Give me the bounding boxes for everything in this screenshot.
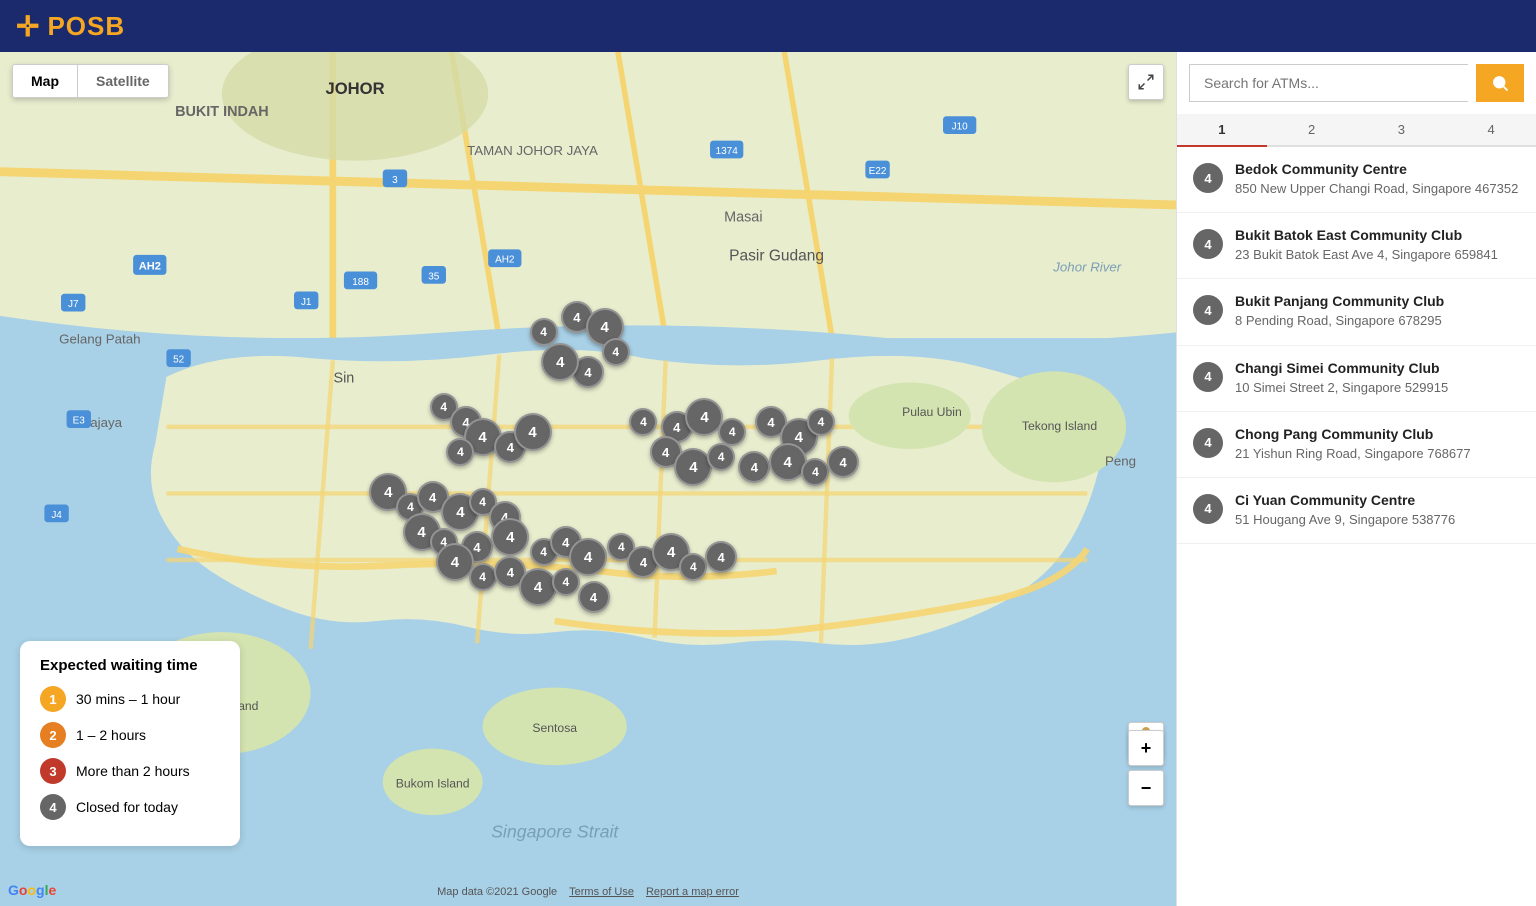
atm-name: Changi Simei Community Club — [1235, 360, 1520, 376]
map-marker[interactable]: 4 — [801, 458, 829, 486]
map-marker[interactable]: 4 — [519, 568, 557, 606]
atm-name: Bukit Panjang Community Club — [1235, 293, 1520, 309]
atm-badge: 4 — [1193, 229, 1223, 259]
atm-info: Changi Simei Community Club 10 Simei Str… — [1235, 360, 1520, 397]
legend-title: Expected waiting time — [40, 657, 220, 674]
page-4-button[interactable]: 4 — [1446, 114, 1536, 147]
atm-badge: 4 — [1193, 163, 1223, 193]
page-1-button[interactable]: 1 — [1177, 114, 1267, 147]
list-item[interactable]: 4 Bukit Batok East Community Club 23 Buk… — [1177, 213, 1536, 279]
legend-badge-2: 2 — [40, 722, 66, 748]
search-bar — [1177, 52, 1536, 114]
atm-name: Bukit Batok East Community Club — [1235, 227, 1520, 243]
legend-item-3: 3 More than 2 hours — [40, 758, 220, 784]
map-marker[interactable]: 4 — [514, 413, 552, 451]
tab-satellite[interactable]: Satellite — [78, 65, 168, 97]
map-container: Map Satellite — [0, 52, 1176, 906]
legend-label-2: 1 – 2 hours — [76, 727, 146, 743]
map-marker[interactable]: 4 — [530, 318, 558, 346]
map-marker[interactable]: 4 — [491, 518, 529, 556]
google-logo: Google — [8, 882, 56, 898]
map-marker[interactable]: 4 — [541, 343, 579, 381]
atm-address: 23 Bukit Batok East Ave 4, Singapore 659… — [1235, 246, 1520, 264]
zoom-in-button[interactable]: + — [1128, 730, 1164, 766]
header: ✛ POSB — [0, 0, 1536, 52]
page-2-button[interactable]: 2 — [1267, 114, 1357, 147]
map-marker[interactable]: 4 — [469, 563, 497, 591]
tab-map[interactable]: Map — [13, 65, 77, 97]
atm-address: 850 New Upper Changi Road, Singapore 467… — [1235, 180, 1520, 198]
legend-item-1: 1 30 mins – 1 hour — [40, 686, 220, 712]
legend-label-3: More than 2 hours — [76, 763, 190, 779]
right-panel: 1 2 3 4 4 Bedok Community Centre 850 New… — [1176, 52, 1536, 906]
terms-link[interactable]: Terms of Use — [569, 886, 634, 898]
atm-badge: 4 — [1193, 428, 1223, 458]
main-content: Map Satellite — [0, 52, 1536, 906]
atm-address: 8 Pending Road, Singapore 678295 — [1235, 312, 1520, 330]
map-view-tabs: Map Satellite — [12, 64, 169, 98]
map-data-text: Map data ©2021 Google — [437, 886, 557, 898]
posb-logo-text: POSB — [47, 11, 125, 42]
map-marker[interactable]: 4 — [827, 446, 859, 478]
map-marker[interactable]: 4 — [718, 418, 746, 446]
atm-info: Chong Pang Community Club 21 Yishun Ring… — [1235, 426, 1520, 463]
list-item[interactable]: 4 Changi Simei Community Club 10 Simei S… — [1177, 346, 1536, 412]
report-link[interactable]: Report a map error — [646, 886, 739, 898]
pagination: 1 2 3 4 — [1177, 114, 1536, 147]
map-marker[interactable]: 4 — [807, 408, 835, 436]
atm-info: Ci Yuan Community Centre 51 Hougang Ave … — [1235, 492, 1520, 529]
map-marker[interactable]: 4 — [578, 581, 610, 613]
atm-name: Bedok Community Centre — [1235, 161, 1520, 177]
atm-list: 4 Bedok Community Centre 850 New Upper C… — [1177, 147, 1536, 906]
atm-name: Ci Yuan Community Centre — [1235, 492, 1520, 508]
map-marker[interactable]: 4 — [705, 541, 737, 573]
legend-item-2: 2 1 – 2 hours — [40, 722, 220, 748]
atm-badge: 4 — [1193, 494, 1223, 524]
logo: ✛ POSB — [16, 10, 125, 43]
fullscreen-button[interactable] — [1128, 64, 1164, 100]
map-marker[interactable]: 4 — [446, 438, 474, 466]
map-zoom-controls: + − — [1128, 730, 1164, 806]
atm-name: Chong Pang Community Club — [1235, 426, 1520, 442]
zoom-out-button[interactable]: − — [1128, 770, 1164, 806]
atm-badge: 4 — [1193, 362, 1223, 392]
legend-badge-4: 4 — [40, 794, 66, 820]
map-marker[interactable]: 4 — [707, 443, 735, 471]
atm-info: Bukit Batok East Community Club 23 Bukit… — [1235, 227, 1520, 264]
atm-address: 21 Yishun Ring Road, Singapore 768677 — [1235, 445, 1520, 463]
legend-label-1: 30 mins – 1 hour — [76, 691, 180, 707]
posb-logo-icon: ✛ — [16, 10, 39, 43]
list-item[interactable]: 4 Bedok Community Centre 850 New Upper C… — [1177, 147, 1536, 213]
map-marker[interactable]: 4 — [679, 553, 707, 581]
map-marker[interactable]: 4 — [602, 338, 630, 366]
atm-address: 10 Simei Street 2, Singapore 529915 — [1235, 379, 1520, 397]
list-item[interactable]: 4 Ci Yuan Community Centre 51 Hougang Av… — [1177, 478, 1536, 544]
map-marker[interactable]: 4 — [552, 568, 580, 596]
search-input[interactable] — [1189, 64, 1468, 102]
list-item[interactable]: 4 Chong Pang Community Club 21 Yishun Ri… — [1177, 412, 1536, 478]
map-marker[interactable]: 4 — [629, 408, 657, 436]
page-3-button[interactable]: 3 — [1357, 114, 1447, 147]
atm-info: Bedok Community Centre 850 New Upper Cha… — [1235, 161, 1520, 198]
legend-badge-3: 3 — [40, 758, 66, 784]
legend: Expected waiting time 1 30 mins – 1 hour… — [20, 641, 240, 846]
legend-item-4: 4 Closed for today — [40, 794, 220, 820]
legend-label-4: Closed for today — [76, 799, 178, 815]
legend-badge-1: 1 — [40, 686, 66, 712]
atm-info: Bukit Panjang Community Club 8 Pending R… — [1235, 293, 1520, 330]
atm-badge: 4 — [1193, 295, 1223, 325]
map-marker[interactable]: 4 — [738, 451, 770, 483]
search-button[interactable] — [1476, 64, 1524, 102]
atm-address: 51 Hougang Ave 9, Singapore 538776 — [1235, 511, 1520, 529]
map-attribution: Map data ©2021 Google Terms of Use Repor… — [437, 886, 739, 898]
list-item[interactable]: 4 Bukit Panjang Community Club 8 Pending… — [1177, 279, 1536, 345]
